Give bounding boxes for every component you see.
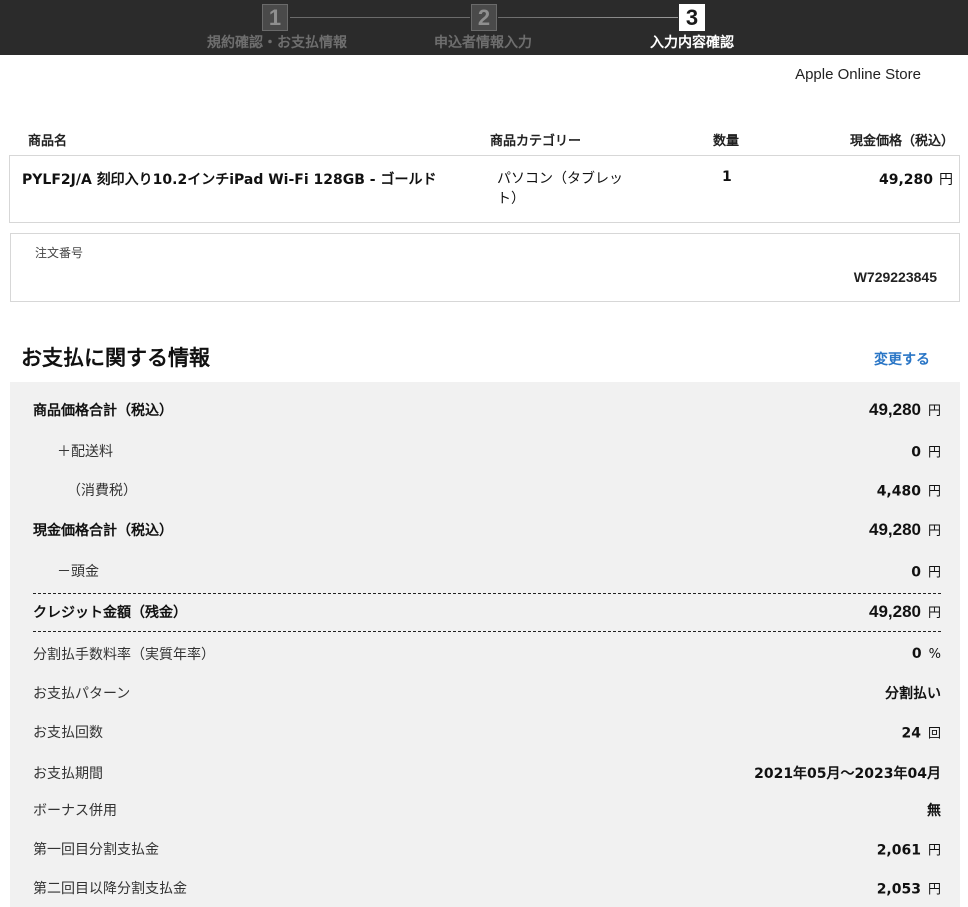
row-value: 49,280 円 xyxy=(868,519,941,539)
column-header-category: 商品カテゴリー xyxy=(490,134,582,149)
row-label: 分割払手数料率（実質年率） xyxy=(33,646,215,663)
row-label: 現金価格合計（税込） xyxy=(33,522,173,539)
row-label: ボーナス併用 xyxy=(33,802,117,819)
step-2-label: 申込者情報入力 xyxy=(434,35,532,51)
row-value: 無 xyxy=(927,802,941,819)
row-value: 2,061 円 xyxy=(876,842,941,858)
column-header-price: 現金価格（税込） xyxy=(849,134,954,149)
step-connector xyxy=(498,17,678,18)
payment-row-pattern: お支払パターン 分割払い xyxy=(10,673,960,712)
row-label: ＋配送料 xyxy=(57,443,113,460)
step-1-label: 規約確認・お支払情報 xyxy=(207,35,347,51)
row-label: －頭金 xyxy=(57,563,99,580)
column-header-quantity: 数量 xyxy=(713,134,740,149)
row-label: 第二回目以降分割支払金 xyxy=(33,880,187,897)
step-1-number: 1 xyxy=(262,4,288,31)
order-number-box: 注文番号 W729223845 xyxy=(10,233,960,302)
payment-row-cash-total: 現金価格合計（税込） 49,280 円 xyxy=(10,510,960,549)
row-value: 2,053 円 xyxy=(876,881,941,897)
divider xyxy=(33,631,941,632)
product-row: PYLF2J/A 刻印入り10.2インチiPad Wi-Fi 128GB - ゴ… xyxy=(9,155,960,223)
payment-row-bonus: ボーナス併用 無 xyxy=(10,790,960,829)
row-value: 分割払い xyxy=(885,685,941,702)
payment-row-subtotal: 商品価格合計（税込） 49,280 円 xyxy=(10,390,960,429)
product-price-unit: 円 xyxy=(939,172,953,188)
row-label: お支払期間 xyxy=(33,765,103,782)
row-value: 4,480 円 xyxy=(876,483,941,499)
payment-row-installments: お支払回数 24 回 xyxy=(10,712,960,751)
payment-summary-panel: 商品価格合計（税込） 49,280 円 ＋配送料 0円 （消費税） 4,480 円 … xyxy=(10,382,960,907)
row-value: 49,280 円 xyxy=(868,399,941,419)
payment-row-downpayment: －頭金 0円 xyxy=(10,551,960,590)
order-number-label: 注文番号 xyxy=(35,246,84,260)
row-label: お支払パターン xyxy=(33,685,131,702)
payment-row-credit-amount: クレジット金額（残金） 49,280 円 xyxy=(10,592,960,631)
payment-row-subsequent-installment: 第二回目以降分割支払金 2,053 円 xyxy=(10,868,960,907)
product-quantity: 1 xyxy=(722,169,732,185)
payment-row-fee-rate: 分割払手数料率（実質年率） 0% xyxy=(10,634,960,673)
row-value: 49,280 円 xyxy=(868,601,941,621)
product-name: PYLF2J/A 刻印入り10.2インチiPad Wi-Fi 128GB - ゴ… xyxy=(22,172,437,188)
payment-row-tax: （消費税） 4,480 円 xyxy=(10,470,960,509)
row-label: お支払回数 xyxy=(33,724,103,741)
step-3-label: 入力内容確認 xyxy=(650,35,734,51)
payment-row-period: お支払期間 2021年05月～2023年04月 xyxy=(10,753,960,792)
step-2-number: 2 xyxy=(471,4,497,31)
row-value: 0円 xyxy=(911,444,941,460)
payment-row-shipping: ＋配送料 0円 xyxy=(10,431,960,470)
row-value: 2021年05月～2023年04月 xyxy=(754,765,941,782)
payment-section-title: お支払に関する情報 xyxy=(21,346,210,370)
step-connector xyxy=(290,17,470,18)
payment-row-first-installment: 第一回目分割支払金 2,061 円 xyxy=(10,829,960,868)
row-label: （消費税） xyxy=(67,482,137,499)
product-category: パソコン（タブレット） xyxy=(497,171,623,207)
progress-stepper: 1 規約確認・お支払情報 2 申込者情報入力 3 入力内容確認 xyxy=(0,0,968,55)
row-label: 第一回目分割支払金 xyxy=(33,841,159,858)
step-3-number: 3 xyxy=(679,4,705,31)
row-label: クレジット金額（残金） xyxy=(33,604,187,621)
row-value: 0円 xyxy=(911,564,941,580)
change-payment-link[interactable]: 変更する xyxy=(874,349,930,369)
order-number-value: W729223845 xyxy=(853,269,937,285)
row-value: 24 回 xyxy=(901,725,942,741)
product-price-value: 49,280 xyxy=(878,172,933,188)
row-value: 0% xyxy=(911,645,941,662)
column-header-name: 商品名 xyxy=(28,134,68,149)
row-label: 商品価格合計（税込） xyxy=(33,402,173,419)
store-name: Apple Online Store xyxy=(795,66,921,83)
product-price: 49,280 円 xyxy=(879,169,953,189)
